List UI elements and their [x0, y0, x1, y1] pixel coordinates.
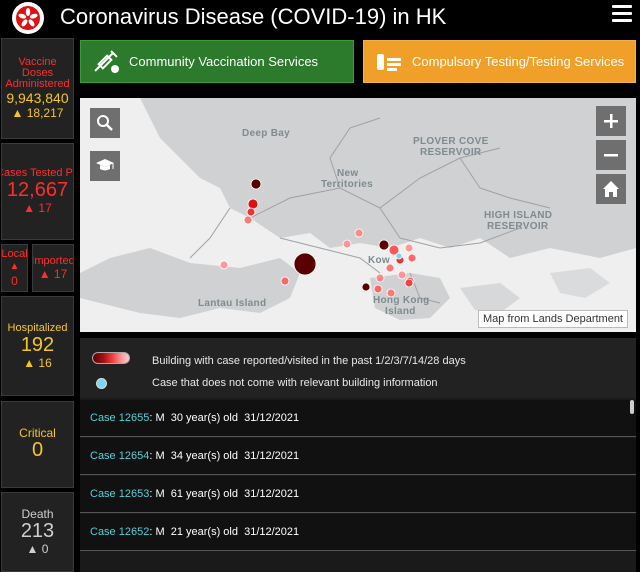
case-row[interactable]: Case 12652 : M 21 year(s) old 31/12/2021	[80, 514, 636, 551]
map-label-new-territories-1: New	[337, 168, 359, 179]
test-tube-icon	[377, 53, 401, 71]
case-id: Case 12654	[90, 450, 150, 462]
legend-no-building-text: Case that does not come with relevant bu…	[152, 377, 438, 389]
home-icon	[603, 181, 619, 197]
hospitalized-change: ▲ 16	[23, 355, 52, 370]
cases-tested-label: Cases Tested Po	[2, 167, 73, 179]
vaccine-label-line2: Administered	[5, 78, 70, 90]
map-label-deep-bay: Deep Bay	[242, 128, 290, 139]
hksar-emblem-logo	[12, 2, 44, 34]
map-zoom-in-button[interactable]	[596, 106, 626, 136]
case-row[interactable]: Case 12655 : M 30 year(s) old 31/12/2021	[80, 400, 636, 437]
critical-value: 0	[31, 439, 44, 461]
map-label-kowloon: Kow	[368, 255, 391, 266]
map-label-plover-cove-2: RESERVOIR	[420, 147, 482, 158]
local-label: Local	[1, 247, 28, 260]
death-label: Death	[21, 506, 54, 521]
cases-tested-value: 12,667	[6, 179, 69, 201]
no-building-dot-swatch	[96, 378, 107, 389]
case-details: : M 61 year(s) old 31/12/2021	[149, 488, 300, 500]
critical-label: Critical	[19, 426, 56, 440]
death-value: 213	[20, 519, 55, 542]
map-label-high-island-2: RESERVOIR	[487, 221, 549, 232]
case-row[interactable]: Case 12654 : M 34 year(s) old 31/12/2021	[80, 438, 636, 475]
map-zoom-out-button[interactable]	[596, 140, 626, 170]
map-label-high-island-1: HIGH ISLAND	[484, 210, 553, 221]
imported-change: ▲ 17	[38, 266, 68, 281]
compulsory-testing-label: Compulsory Testing/Testing Services	[412, 54, 625, 69]
community-vaccination-button[interactable]: Community Vaccination Services	[80, 40, 354, 83]
hamburger-menu-icon[interactable]	[612, 5, 632, 23]
page-title: Coronavirus Disease (COVID-19) in HK	[60, 4, 447, 29]
map-label-new-territories-2: Territories	[321, 179, 374, 190]
zoom-in-icon	[604, 114, 618, 128]
graduation-cap-icon	[96, 159, 114, 171]
local-cases-card[interactable]: Local ▲ 0	[1, 244, 28, 292]
case-panel: Building with case reported/visited in t…	[80, 338, 636, 572]
case-details: : M 21 year(s) old 31/12/2021	[149, 526, 300, 538]
case-id: Case 12653	[90, 488, 150, 500]
app-header: Coronavirus Disease (COVID-19) in HK	[0, 0, 640, 34]
cases-tested-card[interactable]: Cases Tested Po 12,667 ▲ 17	[1, 143, 74, 240]
community-vaccination-label: Community Vaccination Services	[129, 54, 319, 69]
compulsory-testing-button[interactable]: Compulsory Testing/Testing Services	[363, 40, 636, 83]
cases-tested-change: ▲ 17	[23, 201, 52, 215]
vaccine-label-line1: Vaccine Doses	[18, 56, 57, 79]
vaccine-doses-change: ▲ 18,217	[11, 106, 64, 120]
building-gradient-swatch	[92, 352, 130, 364]
hk-case-map[interactable]: Deep Bay PLOVER COVE RESERVOIR New Terri…	[80, 98, 636, 332]
map-label-hk-island-2: Island	[385, 306, 416, 317]
map-search-button[interactable]	[90, 108, 120, 138]
map-label-lantau: Lantau Island	[198, 298, 267, 309]
hospitalized-card[interactable]: Hospitalized 192 ▲ 16	[1, 296, 74, 396]
death-card[interactable]: Death 213 ▲ 0	[1, 492, 74, 572]
map-schools-button[interactable]	[90, 151, 120, 181]
vaccine-doses-value: 9,943,840	[6, 90, 69, 106]
legend-buildings-text: Building with case reported/visited in t…	[152, 355, 466, 367]
case-id: Case 12652	[90, 526, 150, 538]
local-change-arrow: ▲	[9, 260, 20, 272]
map-legend: Building with case reported/visited in t…	[80, 338, 636, 398]
death-change: ▲ 0	[26, 541, 49, 556]
case-list: Case 12655 : M 30 year(s) old 31/12/2021…	[80, 400, 636, 552]
syringe-icon	[94, 49, 119, 73]
map-attribution: Map from Lands Department	[477, 310, 628, 328]
critical-card[interactable]: Critical 0	[1, 401, 74, 488]
hospitalized-value: 192	[20, 333, 55, 356]
case-row[interactable]: Case 12653 : M 61 year(s) old 31/12/2021	[80, 476, 636, 513]
imported-cases-card[interactable]: Imported ▲ 17	[32, 244, 74, 292]
hospitalized-label: Hospitalized	[7, 321, 68, 334]
case-details: : M 30 year(s) old 31/12/2021	[149, 412, 300, 424]
map-basemap	[80, 98, 636, 332]
map-label-hk-island-1: Hong Kong	[373, 295, 430, 306]
vaccine-doses-card[interactable]: Vaccine Doses Administered 9,943,840 ▲ 1…	[1, 38, 74, 139]
case-details: : M 34 year(s) old 31/12/2021	[149, 450, 300, 462]
map-home-button[interactable]	[596, 174, 626, 204]
search-icon	[97, 115, 113, 131]
case-list-scrollbar[interactable]	[630, 400, 634, 414]
case-id: Case 12655	[90, 412, 150, 424]
map-label-plover-cove-1: PLOVER COVE	[413, 136, 489, 147]
local-value: 0	[11, 273, 18, 288]
zoom-out-icon	[604, 154, 618, 157]
imported-label: Imported	[32, 254, 74, 267]
